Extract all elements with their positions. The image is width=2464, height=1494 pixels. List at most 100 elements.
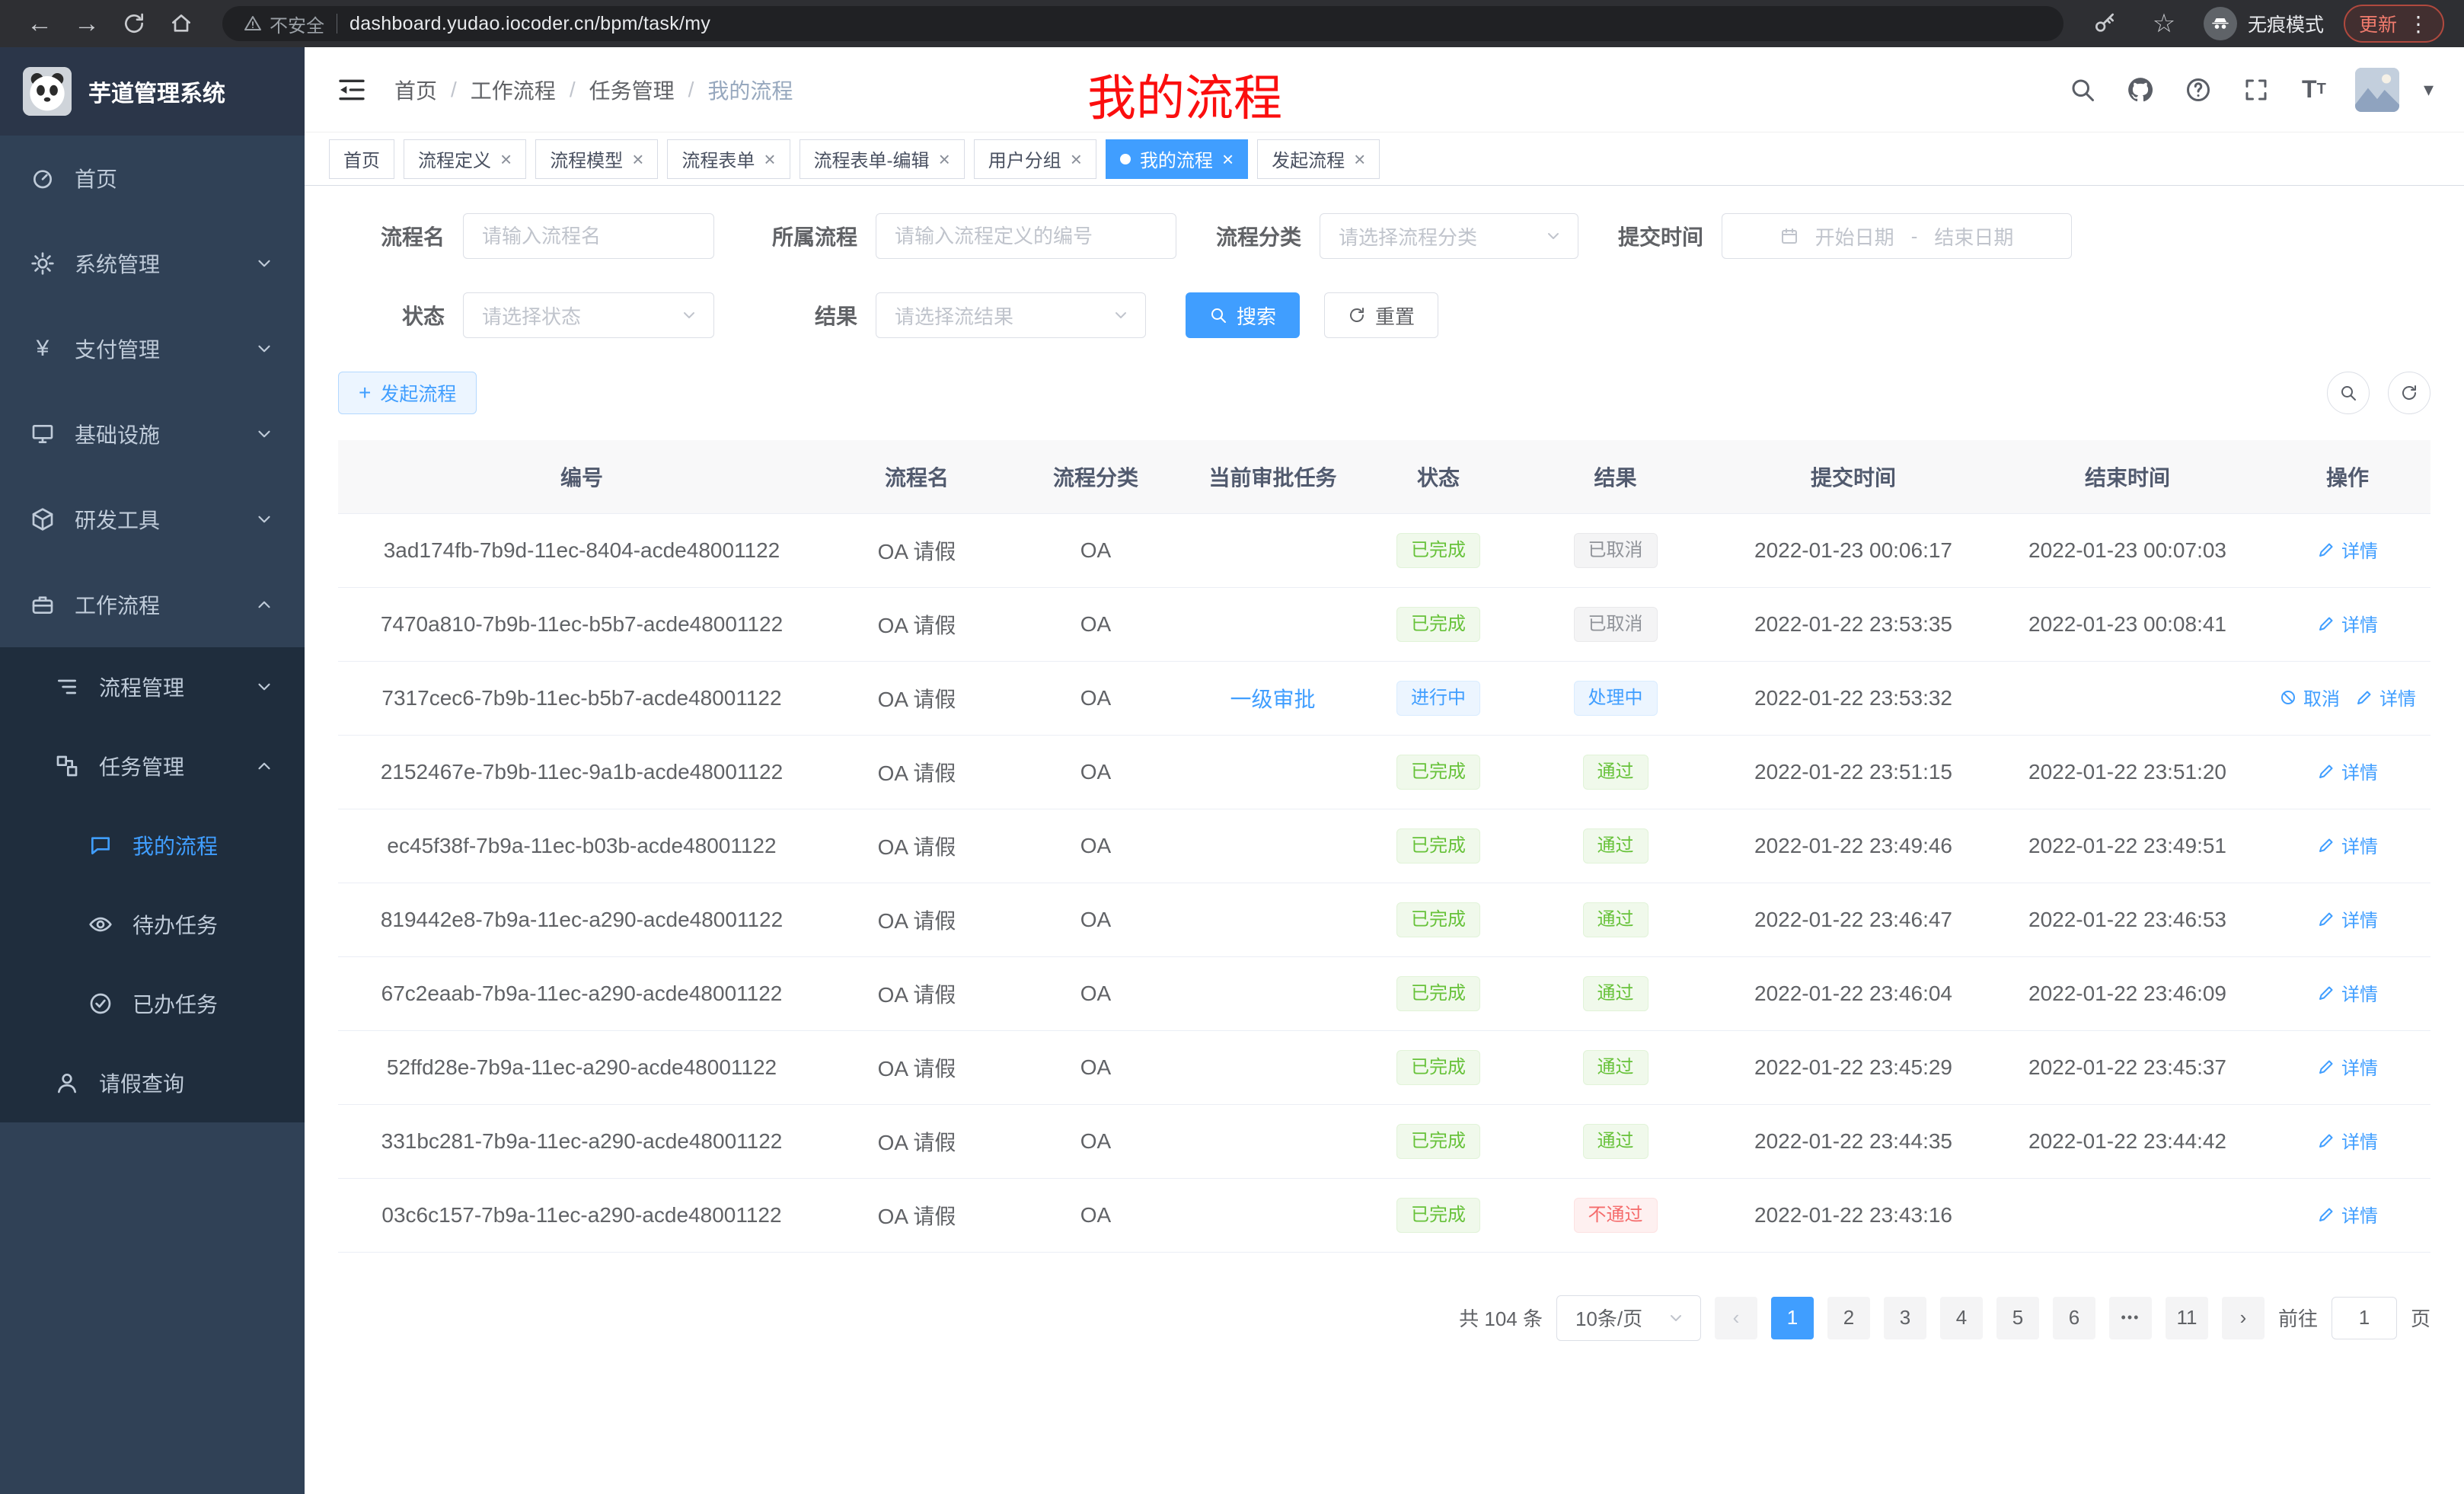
breadcrumb-task-mgmt[interactable]: 任务管理 bbox=[589, 75, 675, 105]
more-pages-button[interactable]: ••• bbox=[2109, 1297, 2152, 1339]
category-select[interactable]: 请选择流程分类 bbox=[1320, 213, 1578, 259]
tab-process-definition[interactable]: 流程定义× bbox=[404, 139, 526, 179]
browser-home-button[interactable] bbox=[161, 4, 201, 43]
pencil-icon bbox=[2317, 1132, 2335, 1150]
sidebar-item-task-mgmt[interactable]: 任务管理 bbox=[0, 726, 305, 806]
close-icon[interactable]: × bbox=[764, 149, 775, 169]
cell-task bbox=[1183, 883, 1362, 956]
page-button-3[interactable]: 3 bbox=[1884, 1297, 1926, 1339]
tab-process-model[interactable]: 流程模型× bbox=[535, 139, 658, 179]
sidebar-toggle-button[interactable] bbox=[335, 73, 369, 107]
status-badge: 已完成 bbox=[1396, 1050, 1480, 1085]
browser-menu-icon[interactable]: ⋮ bbox=[2408, 11, 2429, 37]
table-row: 67c2eaab-7b9a-11ec-a290-acde48001122 OA … bbox=[338, 956, 2430, 1030]
bookmark-star-icon[interactable]: ☆ bbox=[2144, 4, 2184, 43]
cell-end-time: 2022-01-22 23:44:42 bbox=[1990, 1104, 2265, 1178]
tab-user-group[interactable]: 用户分组× bbox=[974, 139, 1096, 179]
tab-process-form-edit[interactable]: 流程表单-编辑× bbox=[800, 139, 965, 179]
page-size-select[interactable]: 10条/页 bbox=[1556, 1295, 1701, 1341]
browser-reload-button[interactable] bbox=[114, 4, 154, 43]
cell-name: OA 请假 bbox=[825, 661, 1008, 735]
tab-home[interactable]: 首页 bbox=[329, 139, 394, 179]
reset-button[interactable]: 重置 bbox=[1324, 292, 1438, 338]
sidebar-item-infra[interactable]: 基础设施 bbox=[0, 391, 305, 477]
page-button-4[interactable]: 4 bbox=[1940, 1297, 1983, 1339]
submit-time-range-picker[interactable]: 开始日期 - 结束日期 bbox=[1722, 213, 2072, 259]
sidebar-item-dev-tools[interactable]: 研发工具 bbox=[0, 477, 305, 562]
help-icon[interactable] bbox=[2182, 73, 2215, 107]
password-key-icon[interactable] bbox=[2085, 4, 2124, 43]
sidebar-item-done-tasks[interactable]: 已办任务 bbox=[0, 964, 305, 1043]
browser-update-button[interactable]: 更新 ⋮ bbox=[2344, 5, 2444, 43]
page-button-6[interactable]: 6 bbox=[2053, 1297, 2095, 1339]
goto-page-input[interactable] bbox=[2332, 1297, 2397, 1339]
browser-forward-button[interactable]: → bbox=[67, 4, 107, 43]
detail-link[interactable]: 详情 bbox=[2317, 905, 2378, 932]
sidebar-item-payment[interactable]: ¥ 支付管理 bbox=[0, 306, 305, 391]
avatar[interactable] bbox=[2355, 68, 2399, 112]
browser-back-button[interactable]: ← bbox=[20, 4, 59, 43]
address-bar[interactable]: 不安全 dashboard.yudao.iocoder.cn/bpm/task/… bbox=[222, 6, 2063, 41]
detail-link[interactable]: 详情 bbox=[2355, 684, 2416, 710]
close-icon[interactable]: × bbox=[1071, 149, 1082, 169]
page-button-1[interactable]: 1 bbox=[1771, 1297, 1814, 1339]
detail-link[interactable]: 详情 bbox=[2317, 758, 2378, 784]
detail-link[interactable]: 详情 bbox=[2317, 1201, 2378, 1227]
close-icon[interactable]: × bbox=[500, 149, 512, 169]
next-page-button[interactable]: › bbox=[2222, 1297, 2265, 1339]
current-task-link[interactable]: 一级审批 bbox=[1230, 683, 1315, 713]
page-button-11[interactable]: 11 bbox=[2166, 1297, 2208, 1339]
cell-id: 52ffd28e-7b9a-11ec-a290-acde48001122 bbox=[338, 1030, 825, 1104]
owner-process-input[interactable] bbox=[876, 213, 1176, 259]
sidebar-item-leave-query[interactable]: 请假查询 bbox=[0, 1043, 305, 1122]
start-process-button[interactable]: + 发起流程 bbox=[338, 372, 477, 414]
process-name-input[interactable] bbox=[463, 213, 714, 259]
cell-id: 7470a810-7b9b-11ec-b5b7-acde48001122 bbox=[338, 587, 825, 661]
page-button-5[interactable]: 5 bbox=[1996, 1297, 2039, 1339]
sidebar-item-todo-tasks[interactable]: 待办任务 bbox=[0, 885, 305, 964]
result-select[interactable]: 请选择流结果 bbox=[876, 292, 1146, 338]
search-button[interactable]: 搜索 bbox=[1186, 292, 1300, 338]
update-label: 更新 bbox=[2359, 10, 2397, 37]
search-icon[interactable] bbox=[2066, 73, 2099, 107]
sidebar-item-system[interactable]: 系统管理 bbox=[0, 221, 305, 306]
status-badge: 已完成 bbox=[1396, 976, 1480, 1011]
tab-process-form[interactable]: 流程表单× bbox=[667, 139, 790, 179]
close-icon[interactable]: × bbox=[632, 149, 643, 169]
security-indicator[interactable]: 不安全 bbox=[244, 11, 324, 37]
incognito-badge: 无痕模式 bbox=[2204, 7, 2324, 40]
sidebar-item-workflow[interactable]: 工作流程 bbox=[0, 562, 305, 647]
breadcrumb-home[interactable]: 首页 bbox=[394, 75, 437, 105]
font-size-icon[interactable]: TT bbox=[2297, 73, 2331, 107]
close-icon[interactable]: × bbox=[1354, 149, 1365, 169]
pencil-icon bbox=[2317, 541, 2335, 559]
cube-icon bbox=[30, 507, 55, 532]
detail-link[interactable]: 详情 bbox=[2317, 1053, 2378, 1080]
prev-page-button[interactable]: ‹ bbox=[1715, 1297, 1757, 1339]
fullscreen-icon[interactable] bbox=[2239, 73, 2273, 107]
detail-link[interactable]: 详情 bbox=[2317, 979, 2378, 1006]
tab-my-process[interactable]: 我的流程× bbox=[1106, 139, 1248, 179]
user-icon bbox=[55, 1071, 79, 1095]
sidebar-item-home[interactable]: 首页 bbox=[0, 136, 305, 221]
tab-start-process[interactable]: 发起流程× bbox=[1257, 139, 1380, 179]
breadcrumb-workflow[interactable]: 工作流程 bbox=[471, 75, 556, 105]
chevron-up-icon bbox=[254, 595, 274, 615]
detail-link[interactable]: 详情 bbox=[2317, 610, 2378, 637]
refresh-table-button[interactable] bbox=[2388, 372, 2430, 414]
sidebar-item-my-process[interactable]: 我的流程 bbox=[0, 806, 305, 885]
caret-down-icon[interactable]: ▾ bbox=[2424, 78, 2434, 101]
col-status: 状态 bbox=[1362, 440, 1514, 513]
close-icon[interactable]: × bbox=[1222, 149, 1234, 169]
table-row: 7317cec6-7b9b-11ec-b5b7-acde48001122 OA … bbox=[338, 661, 2430, 735]
sidebar-item-process-mgmt[interactable]: 流程管理 bbox=[0, 647, 305, 726]
page-button-2[interactable]: 2 bbox=[1827, 1297, 1870, 1339]
cancel-link[interactable]: 取消 bbox=[2279, 684, 2340, 710]
detail-link[interactable]: 详情 bbox=[2317, 832, 2378, 858]
close-icon[interactable]: × bbox=[939, 149, 950, 169]
detail-link[interactable]: 详情 bbox=[2317, 1127, 2378, 1154]
status-select[interactable]: 请选择状态 bbox=[463, 292, 714, 338]
toggle-search-button[interactable] bbox=[2327, 372, 2370, 414]
detail-link[interactable]: 详情 bbox=[2317, 536, 2378, 563]
github-icon[interactable] bbox=[2124, 73, 2157, 107]
